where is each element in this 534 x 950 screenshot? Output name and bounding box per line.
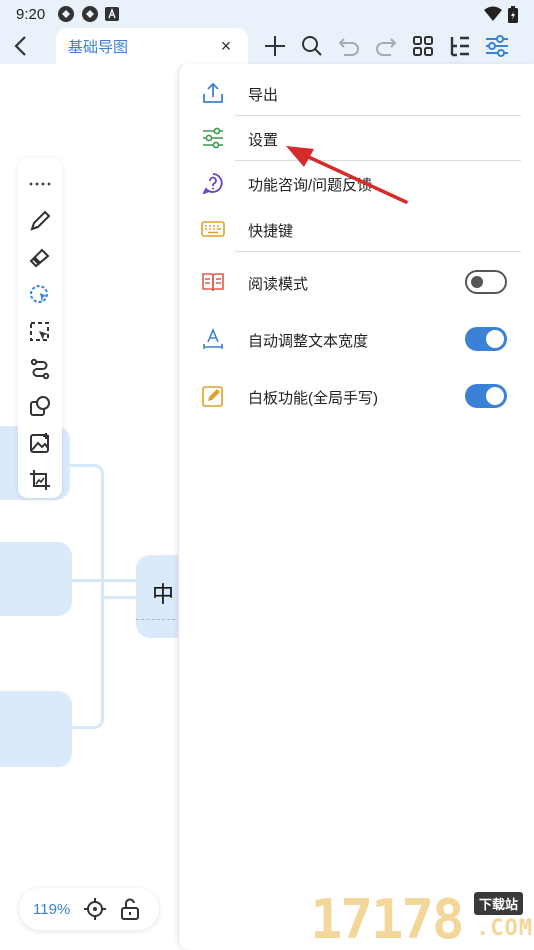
app-a-icon bbox=[105, 7, 120, 21]
document-tab[interactable]: 基础导图 × bbox=[56, 28, 248, 64]
box-select-icon bbox=[30, 322, 49, 341]
keyboard-icon bbox=[201, 217, 225, 241]
whiteboard-pen-icon bbox=[201, 384, 225, 408]
eraser-tool-button[interactable] bbox=[26, 240, 54, 277]
app-toolbar: 基础导图 × bbox=[0, 28, 534, 64]
connector-line-icon bbox=[30, 358, 50, 380]
undo-button[interactable] bbox=[336, 34, 361, 59]
status-notification-icons bbox=[57, 5, 120, 23]
status-time: 9:20 bbox=[16, 5, 46, 23]
menu-item-export[interactable]: 导出 bbox=[179, 72, 534, 114]
menu-item-label: 阅读模式 bbox=[248, 276, 309, 293]
watermark-digits: 17178 bbox=[310, 888, 465, 950]
status-system-icons bbox=[484, 5, 518, 23]
menu-divider bbox=[235, 251, 521, 252]
menu-item-reading-mode[interactable]: 阅读模式 bbox=[179, 260, 534, 304]
annotation-arrow bbox=[286, 146, 408, 204]
toolbar-actions bbox=[262, 28, 509, 64]
question-icon bbox=[201, 171, 225, 195]
unlock-icon[interactable] bbox=[120, 898, 140, 920]
site-watermark: 17178 下载站 .COM bbox=[308, 888, 534, 950]
search-button[interactable] bbox=[299, 34, 324, 59]
book-icon bbox=[201, 270, 225, 294]
app-notification-icon bbox=[58, 6, 75, 22]
toggle-knob bbox=[471, 276, 483, 288]
text-width-icon bbox=[201, 327, 225, 351]
menu-divider bbox=[235, 115, 521, 116]
node-connector bbox=[70, 464, 104, 729]
mindmap-node[interactable] bbox=[0, 691, 72, 767]
redo-icon bbox=[375, 38, 396, 56]
chevron-left-icon bbox=[14, 36, 26, 56]
pen-icon bbox=[30, 210, 51, 231]
central-node-text: 中 bbox=[152, 582, 175, 607]
pen-tool-button[interactable] bbox=[26, 203, 54, 240]
settings-menu-button[interactable] bbox=[484, 34, 509, 59]
menu-item-auto-text-width[interactable]: 自动调整文本宽度 bbox=[179, 317, 534, 361]
outline-tree-icon bbox=[450, 36, 469, 57]
mindmap-node[interactable] bbox=[0, 542, 72, 616]
auto-text-width-toggle[interactable] bbox=[465, 327, 507, 351]
plus-icon bbox=[264, 36, 285, 56]
outline-button[interactable] bbox=[447, 34, 472, 59]
node-connector bbox=[104, 596, 136, 599]
lasso-tool-button[interactable] bbox=[26, 277, 54, 314]
grid-icon bbox=[412, 36, 433, 56]
shape-tool-button[interactable] bbox=[26, 387, 54, 424]
back-button[interactable] bbox=[0, 28, 40, 64]
document-tab-title: 基础导图 bbox=[68, 38, 129, 56]
wifi-icon bbox=[484, 6, 502, 21]
menu-item-label: 设置 bbox=[248, 132, 279, 149]
menu-item-shortcuts[interactable]: 快捷键 bbox=[179, 208, 534, 250]
node-connector bbox=[70, 579, 136, 582]
more-tools-button[interactable] bbox=[26, 166, 54, 203]
shapes-icon bbox=[30, 395, 50, 416]
toggle-knob bbox=[486, 387, 504, 405]
zoom-controls: 119% bbox=[19, 888, 159, 930]
menu-item-label: 快捷键 bbox=[248, 223, 294, 240]
watermark-domain: .COM bbox=[476, 916, 533, 941]
menu-item-label: 自动调整文本宽度 bbox=[248, 333, 369, 350]
image-add-icon bbox=[30, 432, 49, 453]
redo-button[interactable] bbox=[373, 34, 398, 59]
reading-mode-toggle[interactable] bbox=[465, 270, 507, 294]
watermark-badge: 下载站 bbox=[474, 892, 524, 915]
menu-item-label: 导出 bbox=[248, 87, 279, 104]
close-tab-button[interactable]: × bbox=[216, 36, 236, 57]
eraser-icon bbox=[29, 248, 50, 268]
menu-item-whiteboard[interactable]: 白板功能(全局手写) bbox=[179, 374, 534, 418]
whiteboard-toggle[interactable] bbox=[465, 384, 507, 408]
add-button[interactable] bbox=[262, 34, 287, 59]
battery-icon bbox=[508, 5, 518, 23]
dots-icon bbox=[29, 183, 51, 186]
undo-icon bbox=[338, 38, 359, 56]
settings-sliders-icon bbox=[485, 35, 508, 57]
locate-center-icon[interactable] bbox=[84, 898, 107, 920]
crop-image-button[interactable] bbox=[26, 461, 54, 498]
toggle-knob bbox=[486, 330, 504, 348]
app-notification-icon bbox=[82, 6, 99, 22]
image-crop-icon bbox=[30, 469, 50, 490]
lasso-select-icon bbox=[30, 285, 48, 304]
settings-sliders-icon bbox=[201, 126, 225, 150]
insert-image-button[interactable] bbox=[26, 424, 54, 461]
drawing-toolbar bbox=[18, 158, 62, 498]
menu-item-label: 白板功能(全局手写) bbox=[248, 390, 378, 407]
status-bar: 9:20 bbox=[0, 0, 534, 28]
export-icon bbox=[201, 81, 225, 105]
zoom-level[interactable]: 119% bbox=[33, 901, 70, 918]
layout-button[interactable] bbox=[410, 34, 435, 59]
search-icon bbox=[301, 36, 322, 56]
box-select-tool-button[interactable] bbox=[26, 314, 54, 351]
connector-tool-button[interactable] bbox=[26, 350, 54, 387]
